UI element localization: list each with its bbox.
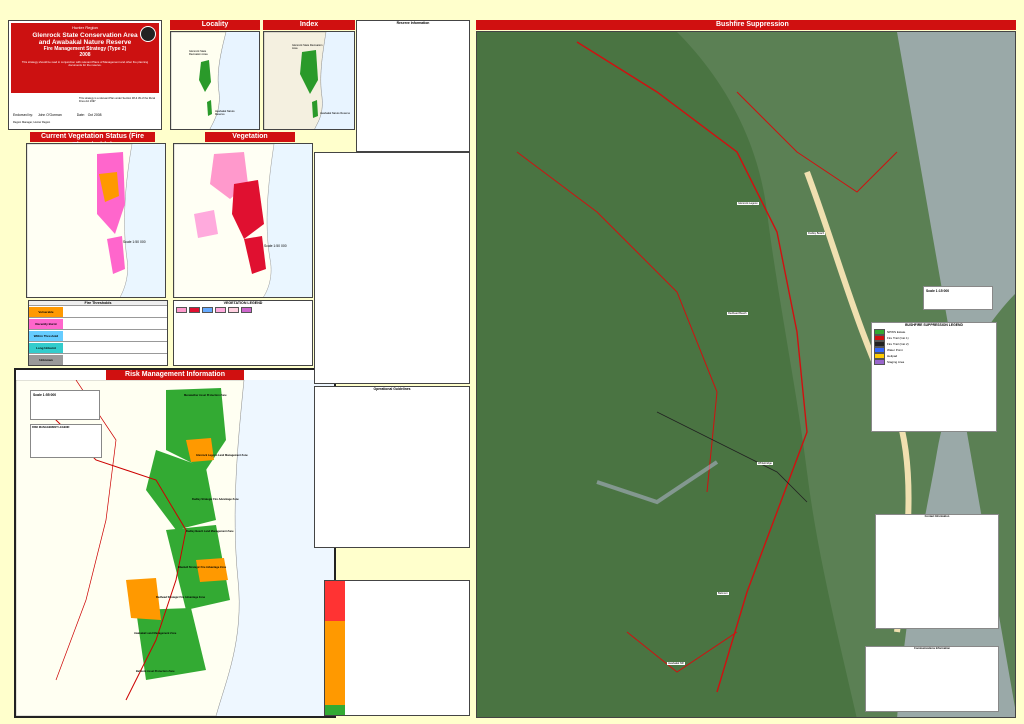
veg-status-scale: Scale 1:50 000 <box>123 240 146 244</box>
threshold-color: Long Unburnt <box>29 342 63 353</box>
vegetation-legend: VEGETATION LEGEND <box>173 300 313 366</box>
date-label: Date: <box>76 113 85 117</box>
legend-label: Water Point <box>887 348 903 353</box>
bushfire-title: Bushfire Suppression <box>476 20 1016 30</box>
locality-label-b: Awabakal Nature Reserve <box>215 110 235 117</box>
veg-swatch-4 <box>215 307 226 313</box>
risk-zone-label: Dudley Strategic Fire Advantage Zone <box>192 498 239 501</box>
vegetation-svg <box>174 144 275 297</box>
veg-status-svg <box>27 144 133 297</box>
risk-zone-label: Awabakal Land Management Zone <box>134 632 177 635</box>
veg-status-title: Current Vegetation Status (Fire Threshol… <box>30 132 155 149</box>
strategy-detail-table <box>314 152 470 384</box>
veg-swatch-6 <box>241 307 252 313</box>
veg-swatch-1 <box>176 307 187 313</box>
year-label: 2008 <box>79 52 91 58</box>
place-label: Dudley Beach <box>807 232 826 236</box>
zone-actions-table <box>324 580 470 716</box>
park-name-2: and Awabakal Nature Reserve <box>38 39 132 46</box>
locality-map: Glenrock State Recreation Area Awabakal … <box>170 31 260 130</box>
risk-legend: RISK MANAGEMENT LEGEND <box>30 424 102 458</box>
sfaz-cell <box>325 621 345 705</box>
threshold-row: Recently Burnt <box>29 317 167 329</box>
bushfire-scale: Scale 1:15 000 <box>926 289 950 293</box>
index-label-a: Glenrock State Recreation Area <box>292 44 323 51</box>
operational-guidelines-table: Operational Guidelines <box>314 386 470 548</box>
place-label: Awabakal NR <box>667 662 685 666</box>
bushfire-legend-item: Staging Area <box>874 359 994 366</box>
vegetation-title: Vegetation <box>205 132 295 142</box>
comms-info-table: Communications Information <box>865 646 999 712</box>
locality-title: Locality <box>170 20 260 30</box>
title-panel: Hunter Region Glenrock State Conservatio… <box>11 23 159 93</box>
vegetation-scale: Scale 1:50 000 <box>264 244 287 248</box>
threshold-row: Within Threshold <box>29 329 167 341</box>
risk-zone-label: Glenrock Lagoon Land Management Zone <box>196 454 248 457</box>
reserve-info-title: Reserve Information <box>396 21 430 25</box>
legend-label: Fire Trail (Cat 1) <box>887 336 909 341</box>
endorsement-row: Endorsed by: John O'Gorman Date: Oct 200… <box>13 113 161 117</box>
veg-swatch-5 <box>228 307 239 313</box>
risk-zone-label: Bluebell Strategic Fire Advantage Zone <box>178 566 227 569</box>
threshold-row: Long Unburnt <box>29 341 167 353</box>
index-map: Glenrock State Recreation Area Awabakal … <box>263 31 355 130</box>
operational-title: Operational Guidelines <box>373 387 411 391</box>
endorsed-label: Endorsed by: <box>13 113 33 117</box>
vegetation-map: Scale 1:50 000 <box>173 143 313 298</box>
park-name-1: Glenrock State Conservation Area <box>32 32 138 39</box>
threshold-color: Vulnerable <box>29 306 63 317</box>
place-label: Belmont <box>717 592 729 596</box>
bushfire-legend-items: NPWS Estate Fire Trail (Cat 1) Fire Trail … <box>872 327 996 367</box>
risk-scale-box: Scale 1:55 000 <box>30 390 100 420</box>
approved-line: This strategy is a relevant Plan under S… <box>79 97 155 104</box>
contact-info-table: Contact Information <box>875 514 999 629</box>
risk-title: Risk Management Information <box>106 370 244 380</box>
threshold-color: Within Threshold <box>29 330 63 341</box>
reserve-info-table: Reserve Information <box>356 20 470 152</box>
place-label: Redhead Beach <box>727 312 748 316</box>
risk-legend-title: RISK MANAGEMENT LEGEND <box>32 426 70 429</box>
endorsed-by: John O'Gorman <box>37 113 62 117</box>
place-label: Whitebridge <box>757 462 773 466</box>
bushfire-map: Scale 1:15 000 BUSHFIRE SUPPRESSION LEGE… <box>476 31 1016 718</box>
risk-scale: Scale 1:55 000 <box>33 393 57 397</box>
index-title: Index <box>263 20 355 30</box>
index-label-b: Awabakal Nature Reserve <box>320 112 351 115</box>
bushfire-legend: BUSHFIRE SUPPRESSION LEGEND NPWS Estate F… <box>871 322 997 432</box>
veg-swatch-2 <box>189 307 200 313</box>
legend-label: Helipad <box>887 354 898 359</box>
date-value: Oct 2008 <box>87 113 102 117</box>
contact-title: Contact Information <box>924 515 950 518</box>
lmz-cell <box>325 705 345 715</box>
risk-zone-label: Dudley Beach Land Management Zone <box>186 530 234 533</box>
notice-text: This strategy should be read in conjunct… <box>21 60 149 68</box>
legend-swatch <box>874 359 885 366</box>
threshold-row: Unknown <box>29 353 167 365</box>
risk-zone-label: Merewether Asset Protection Zone <box>184 394 227 397</box>
npws-logo <box>140 26 156 42</box>
threshold-row: Vulnerable <box>29 305 167 317</box>
risk-zone-label: Redhead Strategic Fire Advantage Zone <box>156 596 206 599</box>
role-text: Region Manager, Hunter Region <box>13 121 51 124</box>
legend-label: Fire Trail (Cat 2) <box>887 342 909 347</box>
legend-label: Staging Area <box>887 360 905 365</box>
veg-status-map: Scale 1:50 000 <box>26 143 166 298</box>
apz-cell <box>325 581 345 621</box>
locality-label-a: Glenrock State Recreation Area <box>189 50 208 57</box>
legend-label: NPWS Estate <box>887 330 906 335</box>
risk-zone-label: Belmont Asset Protection Zone <box>136 670 175 673</box>
title-block: Hunter Region Glenrock State Conservatio… <box>8 20 162 130</box>
comms-title: Communications Information <box>913 647 951 650</box>
fire-thresholds-table: Fire Thresholds Vulnerable Recently Burnt… <box>28 300 168 366</box>
threshold-color: Recently Burnt <box>29 318 63 329</box>
threshold-color: Unknown <box>29 354 63 365</box>
risk-panel: Risk Management Information Scale 1:55 0… <box>14 368 336 718</box>
region-label: Hunter Region <box>72 25 98 30</box>
place-label: Glenrock Lagoon <box>737 202 759 206</box>
veg-swatch-3 <box>202 307 213 313</box>
fire-thresholds-rows: Vulnerable Recently Burnt Within Threshold… <box>29 305 167 365</box>
bushfire-scale-box: Scale 1:15 000 <box>923 286 993 310</box>
